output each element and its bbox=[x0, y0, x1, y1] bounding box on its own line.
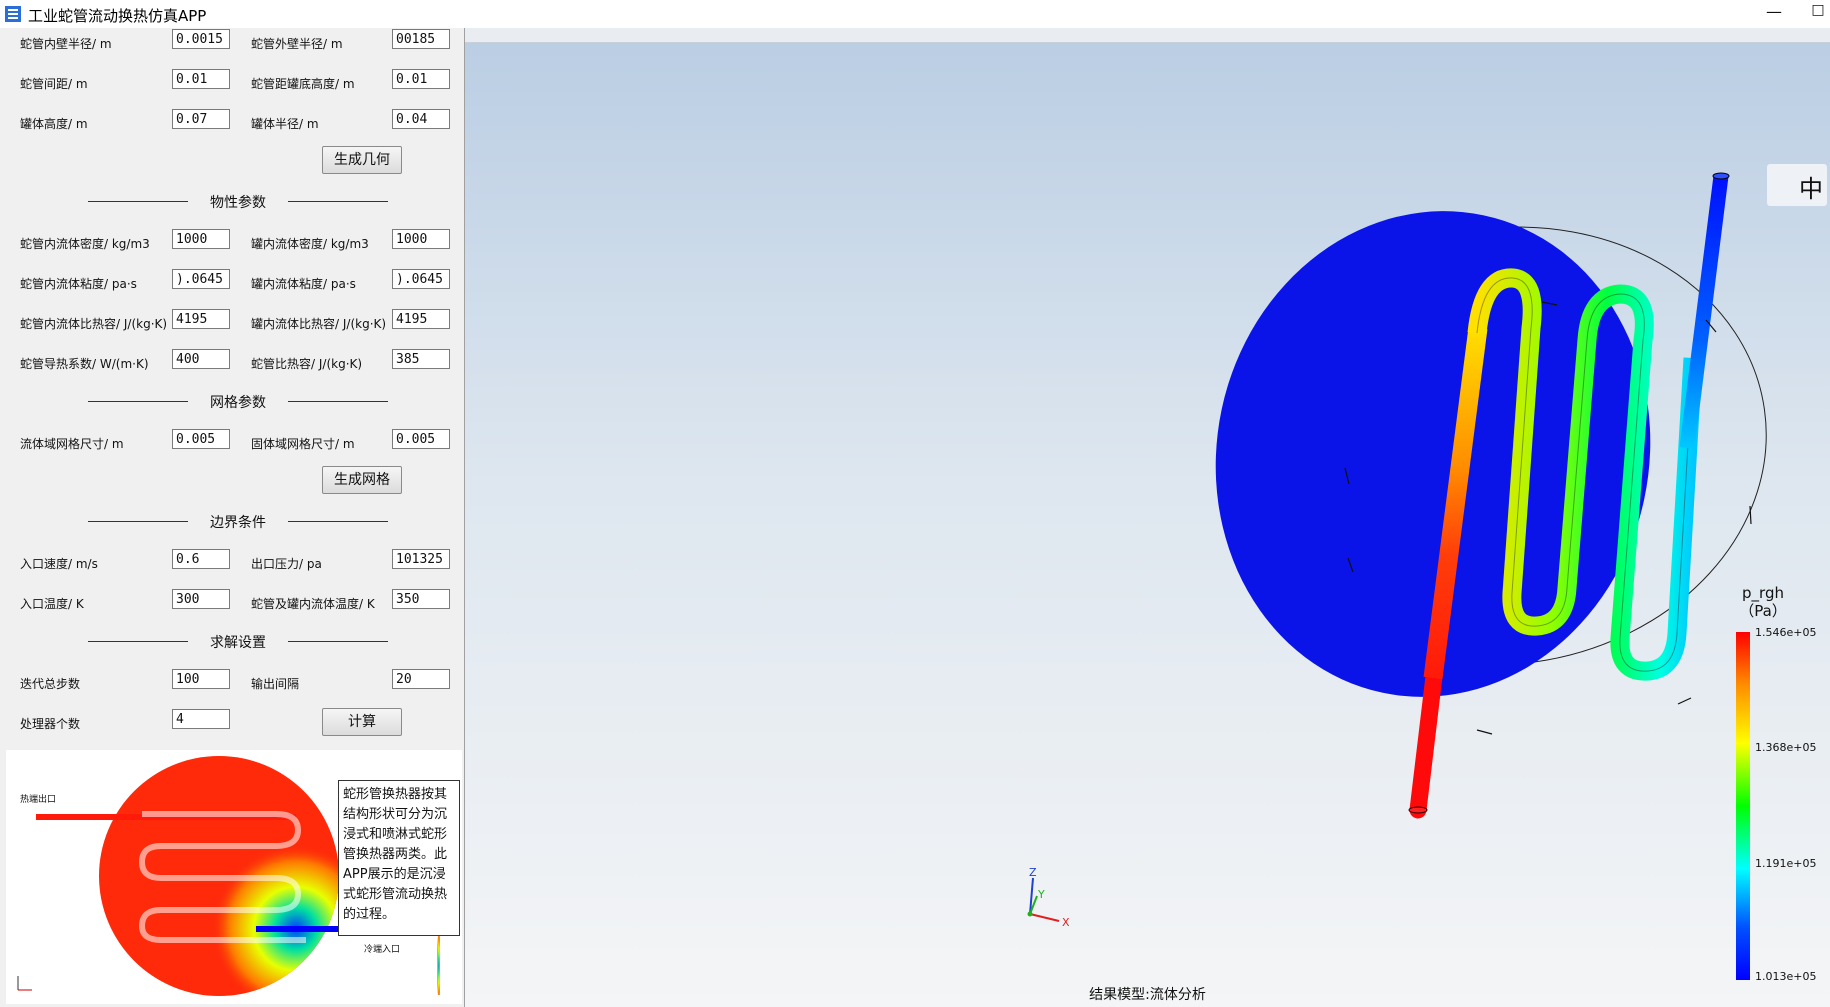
cold-inlet-label: 冷端入口 bbox=[364, 945, 401, 955]
boundary-section-title: 边界条件 bbox=[210, 515, 266, 531]
legend-tick-max: 1.546e+05 bbox=[1755, 626, 1817, 639]
tube-conductivity-label: 蛇管导热系数/ W/(m·K) bbox=[20, 357, 149, 371]
result-caption: 结果模型:流体分析 bbox=[1089, 987, 1206, 1003]
tank-density-field[interactable]: 1000 bbox=[392, 229, 450, 249]
tank-density-label: 罐内流体密度/ kg/m3 bbox=[251, 237, 369, 251]
legend-unit: （Pa） bbox=[1739, 602, 1787, 620]
fluid-mesh-label: 流体域网格尺寸/ m bbox=[20, 437, 124, 451]
generate-geometry-button[interactable]: 生成几何 bbox=[322, 146, 402, 174]
tank-height-label: 罐体高度/ m bbox=[20, 117, 88, 131]
3d-viewport[interactable]: Z Y X 中 p_rgh （Pa） 1.546e+05 1.368e+05 1… bbox=[465, 28, 1830, 1007]
inner-radius-label: 蛇管内壁半径/ m bbox=[20, 37, 112, 51]
legend-tick-min: 1.013e+05 bbox=[1755, 970, 1817, 983]
processors-field[interactable]: 4 bbox=[172, 709, 230, 729]
boundary-section-header: 边界条件 bbox=[88, 511, 388, 531]
bottom-height-field[interactable]: 0.01 bbox=[392, 69, 450, 89]
description-box: 蛇形管换热器按其结构形状可分为沉浸式和喷淋式蛇形管换热器两类。此APP展示的是沉… bbox=[338, 780, 460, 936]
tank-viscosity-label: 罐内流体粘度/ pa·s bbox=[251, 277, 356, 291]
window-title: 工业蛇管流动换热仿真APP bbox=[28, 7, 207, 25]
inlet-velocity-label: 入口速度/ m/s bbox=[20, 557, 98, 571]
mesh-section-header: 网格参数 bbox=[88, 391, 388, 411]
title-bar: 工业蛇管流动换热仿真APP — □ bbox=[0, 0, 1830, 29]
outer-radius-label: 蛇管外壁半径/ m bbox=[251, 37, 343, 51]
output-interval-label: 输出间隔 bbox=[251, 677, 300, 691]
processors-label: 处理器个数 bbox=[20, 717, 81, 731]
app-icon bbox=[5, 6, 21, 22]
outlet-pressure-field[interactable]: 101325 bbox=[392, 549, 450, 569]
solid-mesh-field[interactable]: 0.005 bbox=[392, 429, 450, 449]
tube-viscosity-field[interactable]: ).0645 bbox=[172, 269, 230, 289]
bottom-height-label: 蛇管距罐底高度/ m bbox=[251, 77, 355, 91]
minimize-button[interactable]: — bbox=[1760, 2, 1788, 24]
mesh-section-title: 网格参数 bbox=[210, 395, 266, 411]
outlet-pressure-label: 出口压力/ pa bbox=[251, 557, 322, 571]
solid-mesh-label: 固体域网格尺寸/ m bbox=[251, 437, 355, 451]
outer-radius-field[interactable]: 00185 bbox=[392, 29, 450, 49]
legend-tick-3: 1.191e+05 bbox=[1755, 857, 1817, 870]
legend-tick-2: 1.368e+05 bbox=[1755, 741, 1817, 754]
tube-specific-heat-label: 蛇管比热容/ J/(kg·K) bbox=[251, 357, 363, 371]
spacing-field[interactable]: 0.01 bbox=[172, 69, 230, 89]
tank-cp-label: 罐内流体比热容/ J/(kg·K) bbox=[251, 317, 387, 331]
tube-cp-label: 蛇管内流体比热容/ J/(kg·K) bbox=[20, 317, 168, 331]
maximize-button[interactable]: □ bbox=[1806, 2, 1830, 24]
tank-radius-field[interactable]: 0.04 bbox=[392, 109, 450, 129]
result-model[interactable]: Z Y X bbox=[465, 28, 1830, 1007]
tube-cp-field[interactable]: 4195 bbox=[172, 309, 230, 329]
color-legend-bar bbox=[1736, 632, 1750, 980]
inlet-temp-field[interactable]: 300 bbox=[172, 589, 230, 609]
tank-temp-label: 蛇管及罐内流体温度/ K bbox=[251, 597, 375, 611]
axis-triad: Z Y X bbox=[1027, 866, 1070, 929]
iterations-field[interactable]: 100 bbox=[172, 669, 230, 689]
material-section-title: 物性参数 bbox=[210, 195, 266, 211]
inlet-velocity-field[interactable]: 0.6 bbox=[172, 549, 230, 569]
solver-section-header: 求解设置 bbox=[88, 631, 388, 651]
axis-y-label: Y bbox=[1037, 888, 1045, 901]
material-section-header: 物性参数 bbox=[88, 191, 388, 211]
tube-viscosity-label: 蛇管内流体粘度/ pa·s bbox=[20, 277, 137, 291]
fluid-mesh-field[interactable]: 0.005 bbox=[172, 429, 230, 449]
tube-specific-heat-field[interactable]: 385 bbox=[392, 349, 450, 369]
tank-radius-label: 罐体半径/ m bbox=[251, 117, 319, 131]
axis-x-label: X bbox=[1062, 916, 1070, 929]
tube-density-field[interactable]: 1000 bbox=[172, 229, 230, 249]
spacing-label: 蛇管间距/ m bbox=[20, 77, 88, 91]
tube-density-label: 蛇管内流体密度/ kg/m3 bbox=[20, 237, 150, 251]
solver-section-title: 求解设置 bbox=[210, 635, 266, 651]
iterations-label: 迭代总步数 bbox=[20, 677, 81, 691]
inlet-temp-label: 入口温度/ K bbox=[20, 597, 84, 611]
output-interval-field[interactable]: 20 bbox=[392, 669, 450, 689]
parameter-panel: 蛇管内壁半径/ m 0.0015 蛇管外壁半径/ m 00185 蛇管间距/ m… bbox=[0, 28, 465, 1007]
outlet-pipe bbox=[1679, 175, 1729, 449]
tube-conductivity-field[interactable]: 400 bbox=[172, 349, 230, 369]
tank-temp-field[interactable]: 350 bbox=[392, 589, 450, 609]
generate-mesh-button[interactable]: 生成网格 bbox=[322, 466, 402, 494]
tank-viscosity-field[interactable]: ).0645 bbox=[392, 269, 450, 289]
compute-button[interactable]: 计算 bbox=[322, 708, 402, 736]
tank-cp-field[interactable]: 4195 bbox=[392, 309, 450, 329]
ime-indicator-text: 中 bbox=[1799, 175, 1823, 203]
inner-radius-field[interactable]: 0.0015 bbox=[172, 29, 230, 49]
hot-outlet-label: 热端出口 bbox=[20, 795, 57, 805]
tank-height-field[interactable]: 0.07 bbox=[172, 109, 230, 129]
axis-z-label: Z bbox=[1029, 866, 1037, 879]
